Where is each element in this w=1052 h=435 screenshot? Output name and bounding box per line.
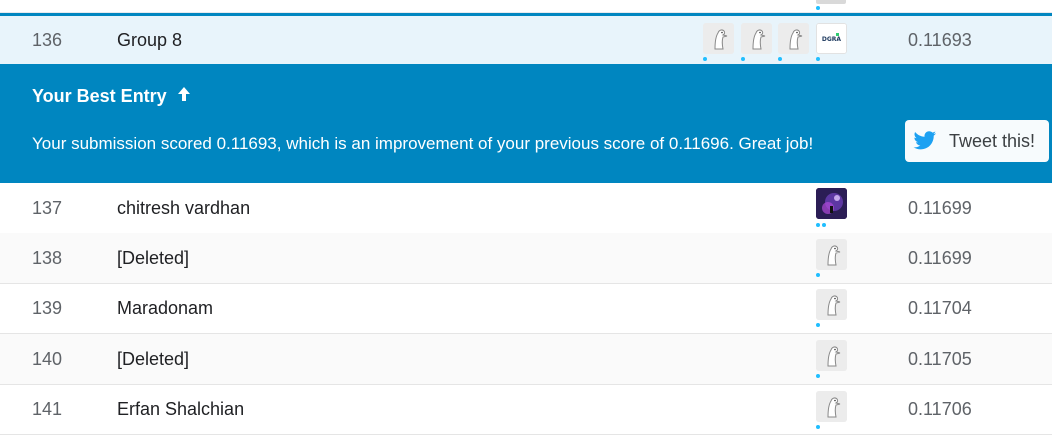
current-team-row[interactable]: 136 Group 8 DGRA 0.11693: [0, 13, 1052, 64]
status-dot: [816, 223, 820, 227]
table-row[interactable]: 138 [Deleted] 0.11699: [0, 233, 1052, 284]
goose-avatar-icon[interactable]: [816, 239, 847, 270]
goose-avatar-icon[interactable]: [816, 289, 847, 320]
score: 0.11699: [908, 248, 972, 268]
status-dot: [816, 273, 820, 277]
tweet-label: Tweet this!: [949, 130, 1036, 151]
status-dot: [816, 6, 820, 10]
table-row[interactable]: 137 chitresh vardhan 0.11699: [0, 183, 1052, 234]
rank: 136: [32, 30, 63, 50]
team-name[interactable]: Erfan Shalchian: [117, 384, 244, 434]
best-entry-banner: Your Best Entry Your submission scored 0…: [0, 64, 1052, 183]
previous-row-edge: [0, 0, 1052, 14]
status-dot: [703, 57, 707, 61]
goose-avatar-icon[interactable]: [816, 391, 847, 422]
status-dot: [778, 57, 782, 61]
goose-avatar-icon[interactable]: [741, 23, 772, 54]
team-name[interactable]: chitresh vardhan: [117, 183, 250, 233]
rank: 140: [32, 349, 63, 369]
table-row[interactable]: 140 [Deleted] 0.11705: [0, 334, 1052, 385]
rank: 138: [32, 248, 63, 268]
banner-title: Your Best Entry: [32, 86, 192, 107]
score: 0.11706: [908, 399, 972, 419]
team-name[interactable]: [Deleted]: [117, 334, 189, 384]
status-dot: [741, 57, 745, 61]
avatar[interactable]: [816, 0, 846, 4]
twitter-bird-icon: [913, 131, 937, 151]
score: 0.11693: [908, 30, 972, 50]
goose-avatar-icon[interactable]: [703, 23, 734, 54]
goose-avatar-icon[interactable]: [778, 23, 809, 54]
score: 0.11699: [908, 198, 972, 218]
team-logo-avatar[interactable]: DGRA: [816, 23, 847, 54]
banner-message: Your submission scored 0.11693, which is…: [32, 134, 814, 153]
status-dot: [816, 374, 820, 378]
team-name[interactable]: [Deleted]: [117, 233, 189, 283]
goose-avatar-icon[interactable]: [816, 340, 847, 371]
user-avatar[interactable]: [816, 188, 847, 219]
tweet-button[interactable]: Tweet this!: [905, 120, 1049, 162]
table-row[interactable]: 139 Maradonam 0.11704: [0, 283, 1052, 334]
rank: 141: [32, 399, 63, 419]
status-dot: [816, 323, 820, 327]
score: 0.11704: [908, 298, 972, 318]
team-name[interactable]: Group 8: [117, 16, 182, 64]
status-dot: [822, 223, 826, 227]
team-logo-text: DGRA: [822, 36, 842, 43]
status-dot: [816, 57, 820, 61]
score: 0.11705: [908, 349, 972, 369]
banner-title-text: Your Best Entry: [32, 86, 167, 106]
rank: 137: [32, 198, 63, 218]
arrow-up-icon: [176, 86, 192, 107]
team-name[interactable]: Maradonam: [117, 283, 213, 333]
rank: 139: [32, 298, 63, 318]
status-dot: [816, 425, 820, 429]
table-row[interactable]: 141 Erfan Shalchian 0.11706: [0, 384, 1052, 435]
